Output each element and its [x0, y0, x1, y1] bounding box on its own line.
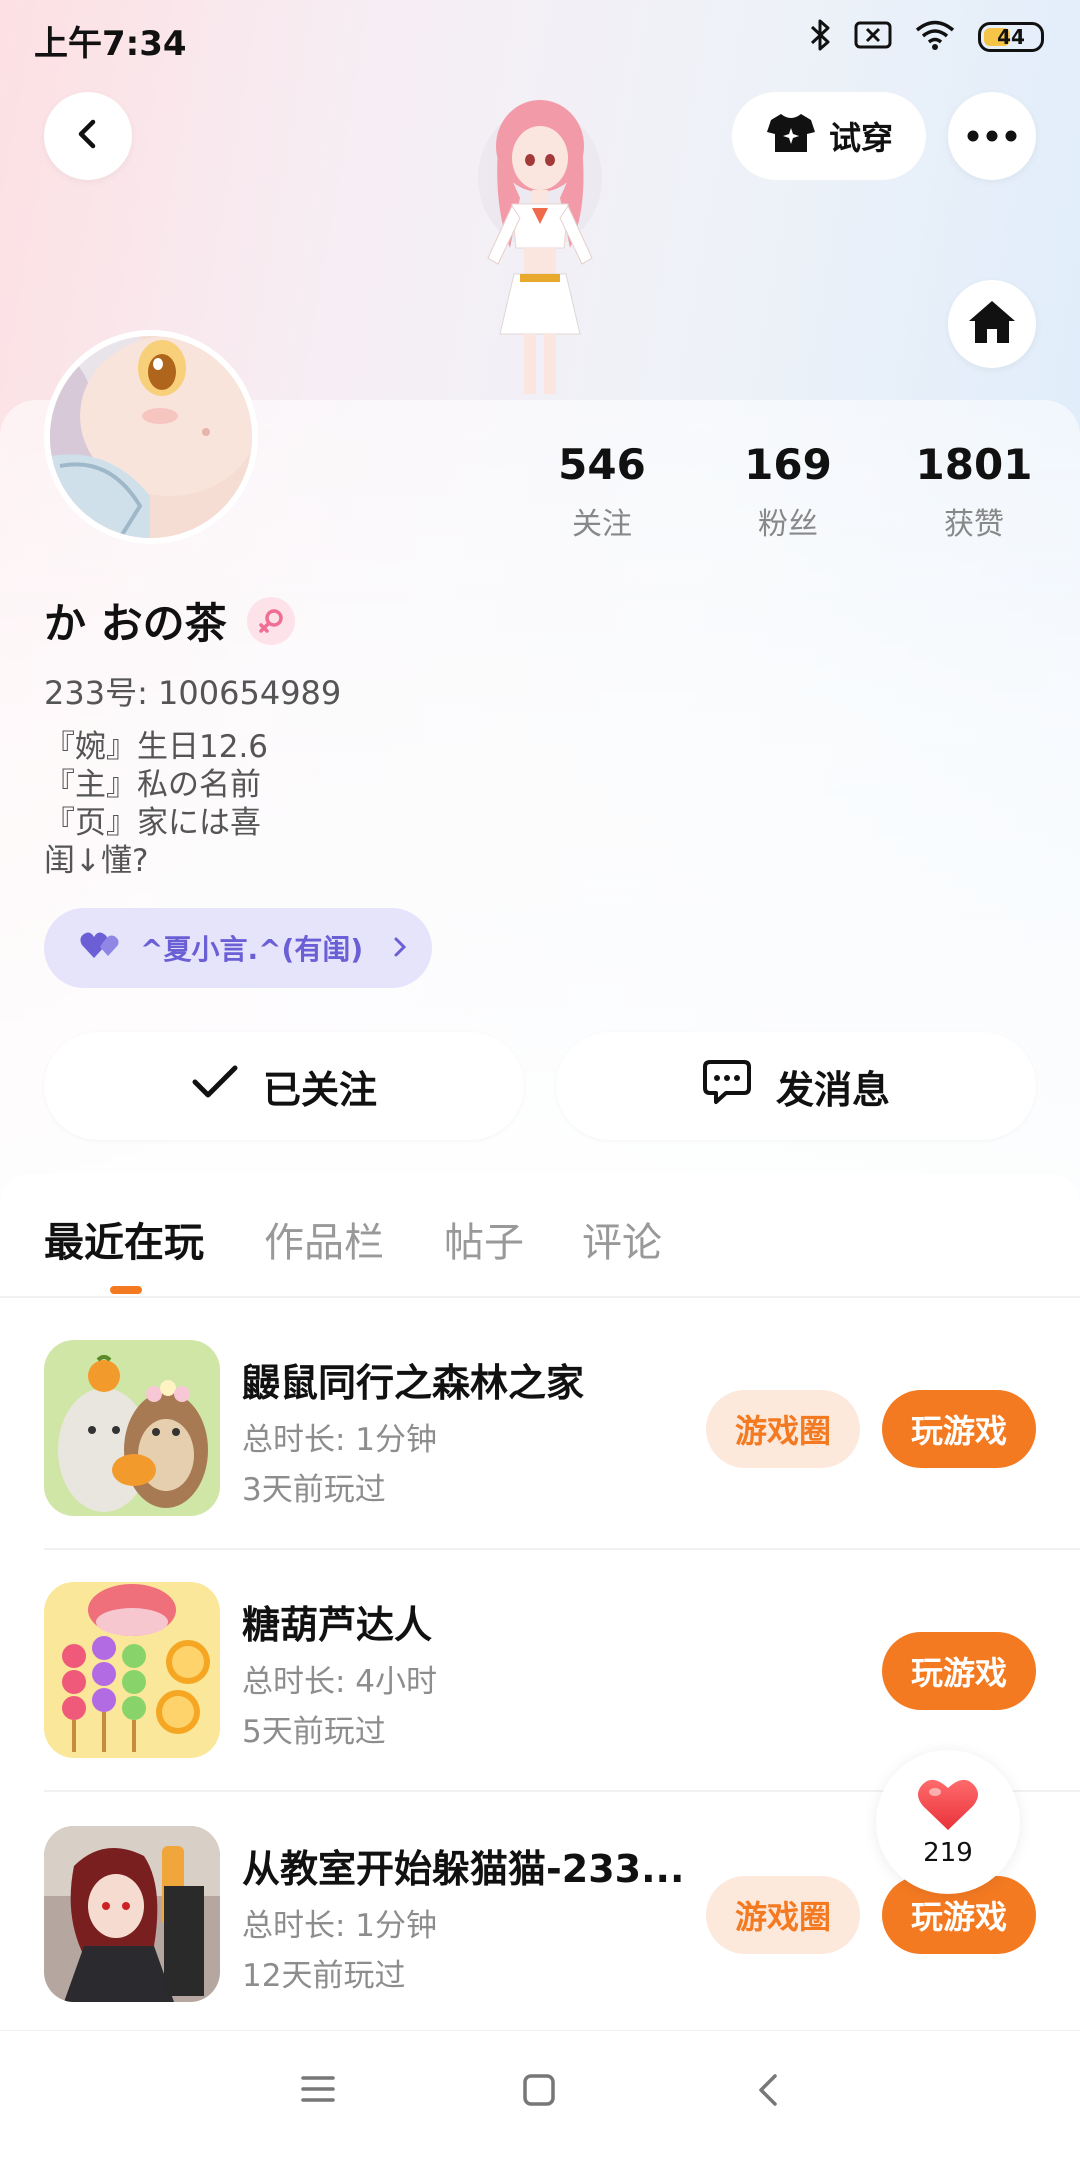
wifi-icon [914, 19, 956, 55]
back-triangle-icon[interactable] [756, 2073, 780, 2111]
game-duration: 总时长: 4小时 [242, 1664, 438, 1700]
home-icon [967, 299, 1017, 349]
send-message-button[interactable]: 发消息 [556, 1032, 1036, 1140]
active-tab-indicator [110, 1286, 142, 1294]
following-count: 546 [558, 440, 646, 489]
tab-posts[interactable]: 帖子 [444, 1210, 524, 1268]
heart-icon [917, 1776, 979, 1836]
game-title: 从教室开始躲猫猫-233... [242, 1847, 685, 1891]
more-button[interactable] [948, 92, 1036, 180]
home-square-icon[interactable] [522, 2073, 556, 2111]
no-sim-icon [854, 20, 892, 54]
battery-icon: 44 [978, 22, 1044, 52]
game-circle-button[interactable]: 游戏圈 [706, 1390, 860, 1468]
user-id: 233号: 100654989 [44, 674, 342, 712]
followers-count: 169 [744, 440, 832, 489]
game-last-played: 12天前玩过 [242, 1958, 406, 1994]
check-icon [191, 1064, 239, 1109]
double-heart-icon [80, 930, 124, 967]
nickname-row: か おの茶 [44, 590, 295, 651]
game-title: 糖葫芦达人 [242, 1603, 433, 1647]
tabs-divider [0, 1296, 1080, 1298]
cp-relationship-pill[interactable]: ^夏小言.^(有闺) [44, 908, 432, 988]
play-game-button[interactable]: 玩游戏 [882, 1632, 1036, 1710]
menu-icon[interactable] [300, 2073, 336, 2109]
chevron-left-icon [71, 117, 105, 155]
status-icons: 44 [808, 18, 1044, 56]
like-count: 219 [923, 1838, 973, 1868]
following-label: 关注 [572, 507, 632, 542]
game-duration: 总时长: 1分钟 [242, 1908, 438, 1944]
send-message-label: 发消息 [775, 1067, 890, 1112]
row-divider [44, 1548, 1080, 1550]
game-title: 鼹鼠同行之森林之家 [242, 1361, 585, 1405]
stat-likes[interactable]: 1801 获赞 [904, 440, 1044, 543]
game-icon-hide-and-seek[interactable] [44, 1826, 220, 2002]
game-circle-button[interactable]: 游戏圈 [706, 1876, 860, 1954]
home-button[interactable] [948, 280, 1036, 368]
bio-line: 『婉』生日12.6 [44, 729, 269, 765]
game-last-played: 3天前玩过 [242, 1472, 386, 1508]
more-dots-icon [967, 127, 1017, 146]
female-gender-icon [246, 596, 295, 645]
game-duration: 总时长: 1分钟 [242, 1422, 438, 1458]
system-nav-bar [0, 2030, 1080, 2160]
bluetooth-icon [808, 18, 832, 56]
chevron-right-icon [393, 931, 407, 966]
tab-recently-played[interactable]: 最近在玩 [44, 1210, 204, 1268]
likes-label: 获赞 [944, 507, 1004, 542]
tab-comments[interactable]: 评论 [582, 1210, 662, 1268]
bio: 『婉』生日12.6 『主』私の名前 『页』家には喜 闺↓懂? [44, 728, 268, 880]
likes-count: 1801 [915, 440, 1033, 489]
stat-followers[interactable]: 169 粉丝 [718, 440, 858, 543]
battery-level: 44 [997, 25, 1025, 49]
bio-line: 『主』私の名前 [44, 767, 261, 803]
tshirt-icon [765, 110, 817, 162]
cp-label: ^夏小言.^(有闺) [140, 933, 364, 966]
status-bar: 上午7:34 44 [0, 0, 1080, 76]
game-icon-candied-fruit[interactable] [44, 1582, 220, 1758]
bio-line: 闺↓懂? [44, 843, 149, 879]
followed-label: 已关注 [262, 1067, 377, 1112]
bio-line: 『页』家には喜 [44, 805, 261, 841]
followers-label: 粉丝 [758, 507, 818, 542]
user-avatar[interactable] [44, 330, 258, 544]
tab-works[interactable]: 作品栏 [264, 1210, 384, 1268]
game-last-played: 5天前玩过 [242, 1714, 386, 1750]
back-button[interactable] [44, 92, 132, 180]
try-on-button[interactable]: 试穿 [732, 92, 926, 180]
avatar-3d-figure[interactable] [440, 98, 640, 400]
chat-bubble-icon [702, 1058, 752, 1115]
followed-button[interactable]: 已关注 [44, 1032, 524, 1140]
try-on-label: 试穿 [828, 119, 893, 157]
game-icon-mole[interactable] [44, 1340, 220, 1516]
play-game-button[interactable]: 玩游戏 [882, 1390, 1036, 1468]
nickname: か おの茶 [44, 599, 227, 648]
status-time: 上午7:34 [34, 24, 187, 64]
stat-following[interactable]: 546 关注 [532, 440, 672, 543]
like-float-button[interactable]: 219 [876, 1750, 1020, 1894]
